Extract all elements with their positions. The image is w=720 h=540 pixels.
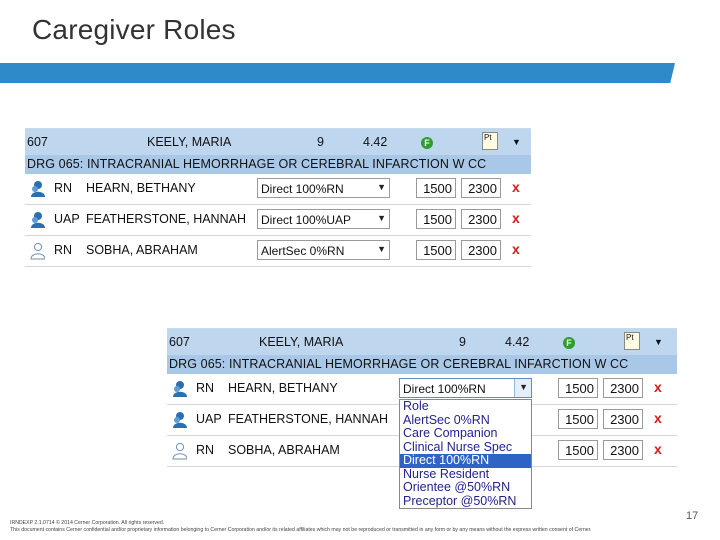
end-time-field[interactable]: 2300 [603, 378, 643, 398]
drg-row: DRG 065: INTRACRANIAL HEMORRHAGE OR CERE… [167, 355, 677, 374]
chevron-down-icon: ▼ [377, 213, 386, 223]
start-time-field[interactable]: 1500 [416, 209, 456, 229]
patient-name: KEELY, MARIA [147, 135, 232, 149]
caregiver-name: SOBHA, ABRAHAM [86, 243, 198, 257]
caregiver-person-icon [31, 181, 45, 197]
drg-row: DRG 065: INTRACRANIAL HEMORRHAGE OR CERE… [25, 155, 531, 174]
start-time-field[interactable]: 1500 [558, 440, 598, 460]
acuity-score: 4.42 [363, 135, 388, 149]
patient-header-row: 607 KEELY, MARIA 9 4.42 F Pt ▼ [167, 328, 677, 355]
chevron-down-icon: ▼ [377, 244, 386, 254]
caregiver-name: HEARN, BETHANY [86, 181, 196, 195]
drg-text: DRG 065: INTRACRANIAL HEMORRHAGE OR CERE… [169, 357, 629, 371]
title-accent-bar [0, 63, 675, 83]
f-badge-icon[interactable]: F [421, 137, 433, 149]
drg-text: DRG 065: INTRACRANIAL HEMORRHAGE OR CERE… [27, 157, 487, 171]
remove-caregiver-icon[interactable]: x [512, 241, 520, 257]
end-time-field[interactable]: 2300 [461, 240, 501, 260]
caregiver-name: FEATHERSTONE, HANNAH [86, 212, 246, 226]
caregiver-role: RN [54, 181, 73, 195]
assignment-value: AlertSec 0%RN [261, 244, 345, 258]
caregiver-person-outline-icon [172, 442, 187, 460]
remove-caregiver-icon[interactable]: x [512, 210, 520, 226]
dropdown-option[interactable]: Nurse Resident [400, 467, 531, 482]
patient-name: KEELY, MARIA [259, 335, 344, 349]
end-time-field[interactable]: 2300 [603, 440, 643, 460]
room-number: 607 [169, 335, 190, 349]
start-time-field[interactable]: 1500 [558, 378, 598, 398]
dropdown-option[interactable]: Orientee @50%RN [400, 480, 531, 495]
caregiver-role: UAP [196, 412, 222, 426]
start-time-field[interactable]: 1500 [416, 178, 456, 198]
caregiver-role: RN [54, 243, 73, 257]
slide-title: Caregiver Roles [32, 14, 236, 45]
caregiver-row: RN HEARN, BETHANY Direct 100%RN ▼ 1500 23… [25, 174, 531, 205]
dropdown-option[interactable]: Clinical Nurse Spec [400, 440, 531, 455]
dropdown-option[interactable]: Preceptor @50%RN [400, 494, 531, 509]
caregiver-name: HEARN, BETHANY [228, 381, 338, 395]
remove-caregiver-icon[interactable]: x [654, 441, 662, 457]
remove-caregiver-icon[interactable]: x [654, 410, 662, 426]
remove-caregiver-icon[interactable]: x [512, 179, 520, 195]
caregiver-row: UAP FEATHERSTONE, HANNAH Direct 100%UAP ▼… [25, 205, 531, 236]
remove-caregiver-icon[interactable]: x [654, 379, 662, 395]
patient-notes-icon[interactable]: Pt [624, 332, 640, 350]
assignment-select-open[interactable]: Direct 100%RN ▼ [399, 378, 532, 398]
assignment-value: Direct 100%RN [261, 182, 344, 196]
caregiver-person-icon [173, 381, 187, 397]
caregiver-role: RN [196, 381, 215, 395]
footer-line-2: This document contains Cerner confidenti… [10, 526, 592, 533]
chevron-down-icon: ▼ [519, 382, 528, 392]
caregiver-person-icon [173, 412, 187, 428]
caregiver-panel-before: 607 KEELY, MARIA 9 4.42 F Pt ▼ DRG 065: … [25, 128, 531, 267]
start-time-field[interactable]: 1500 [558, 409, 598, 429]
dropdown-option[interactable]: Role [400, 399, 531, 414]
caregiver-name: FEATHERSTONE, HANNAH [228, 412, 388, 426]
patient-header-row: 607 KEELY, MARIA 9 4.42 F Pt ▼ [25, 128, 531, 155]
assignment-value: Direct 100%UAP [261, 213, 352, 227]
footer-note: IRNDEXP 2.1.0714 © 2014 Cerner Corporati… [10, 520, 700, 533]
caregiver-role: UAP [54, 212, 80, 226]
assignment-select[interactable]: Direct 100%UAP ▼ [257, 209, 390, 229]
caregiver-person-icon [31, 212, 45, 228]
assignment-select[interactable]: Direct 100%RN ▼ [257, 178, 390, 198]
chevron-down-icon: ▼ [377, 182, 386, 192]
header-dropdown-icon[interactable]: ▼ [512, 137, 521, 147]
end-time-field[interactable]: 2300 [603, 409, 643, 429]
acuity-value: 9 [459, 335, 466, 349]
dropdown-option[interactable]: AlertSec 0%RN [400, 413, 531, 428]
acuity-value: 9 [317, 135, 324, 149]
dropdown-option[interactable]: Care Companion [400, 426, 531, 441]
assignment-dropdown-list: Role AlertSec 0%RN Care Companion Clinic… [399, 399, 532, 509]
f-badge-icon[interactable]: F [563, 337, 575, 349]
caregiver-role: RN [196, 443, 215, 457]
assignment-select[interactable]: AlertSec 0%RN ▼ [257, 240, 390, 260]
acuity-score: 4.42 [505, 335, 530, 349]
caregiver-person-outline-icon [30, 242, 45, 260]
caregiver-row: RN SOBHA, ABRAHAM AlertSec 0%RN ▼ 1500 23… [25, 236, 531, 267]
header-dropdown-icon[interactable]: ▼ [654, 337, 663, 347]
caregiver-name: SOBHA, ABRAHAM [228, 443, 340, 457]
start-time-field[interactable]: 1500 [416, 240, 456, 260]
end-time-field[interactable]: 2300 [461, 178, 501, 198]
patient-notes-icon[interactable]: Pt [482, 132, 498, 150]
end-time-field[interactable]: 2300 [461, 209, 501, 229]
assignment-value: Direct 100%RN [403, 382, 486, 396]
room-number: 607 [27, 135, 48, 149]
dropdown-option-selected[interactable]: Direct 100%RN [400, 453, 531, 468]
